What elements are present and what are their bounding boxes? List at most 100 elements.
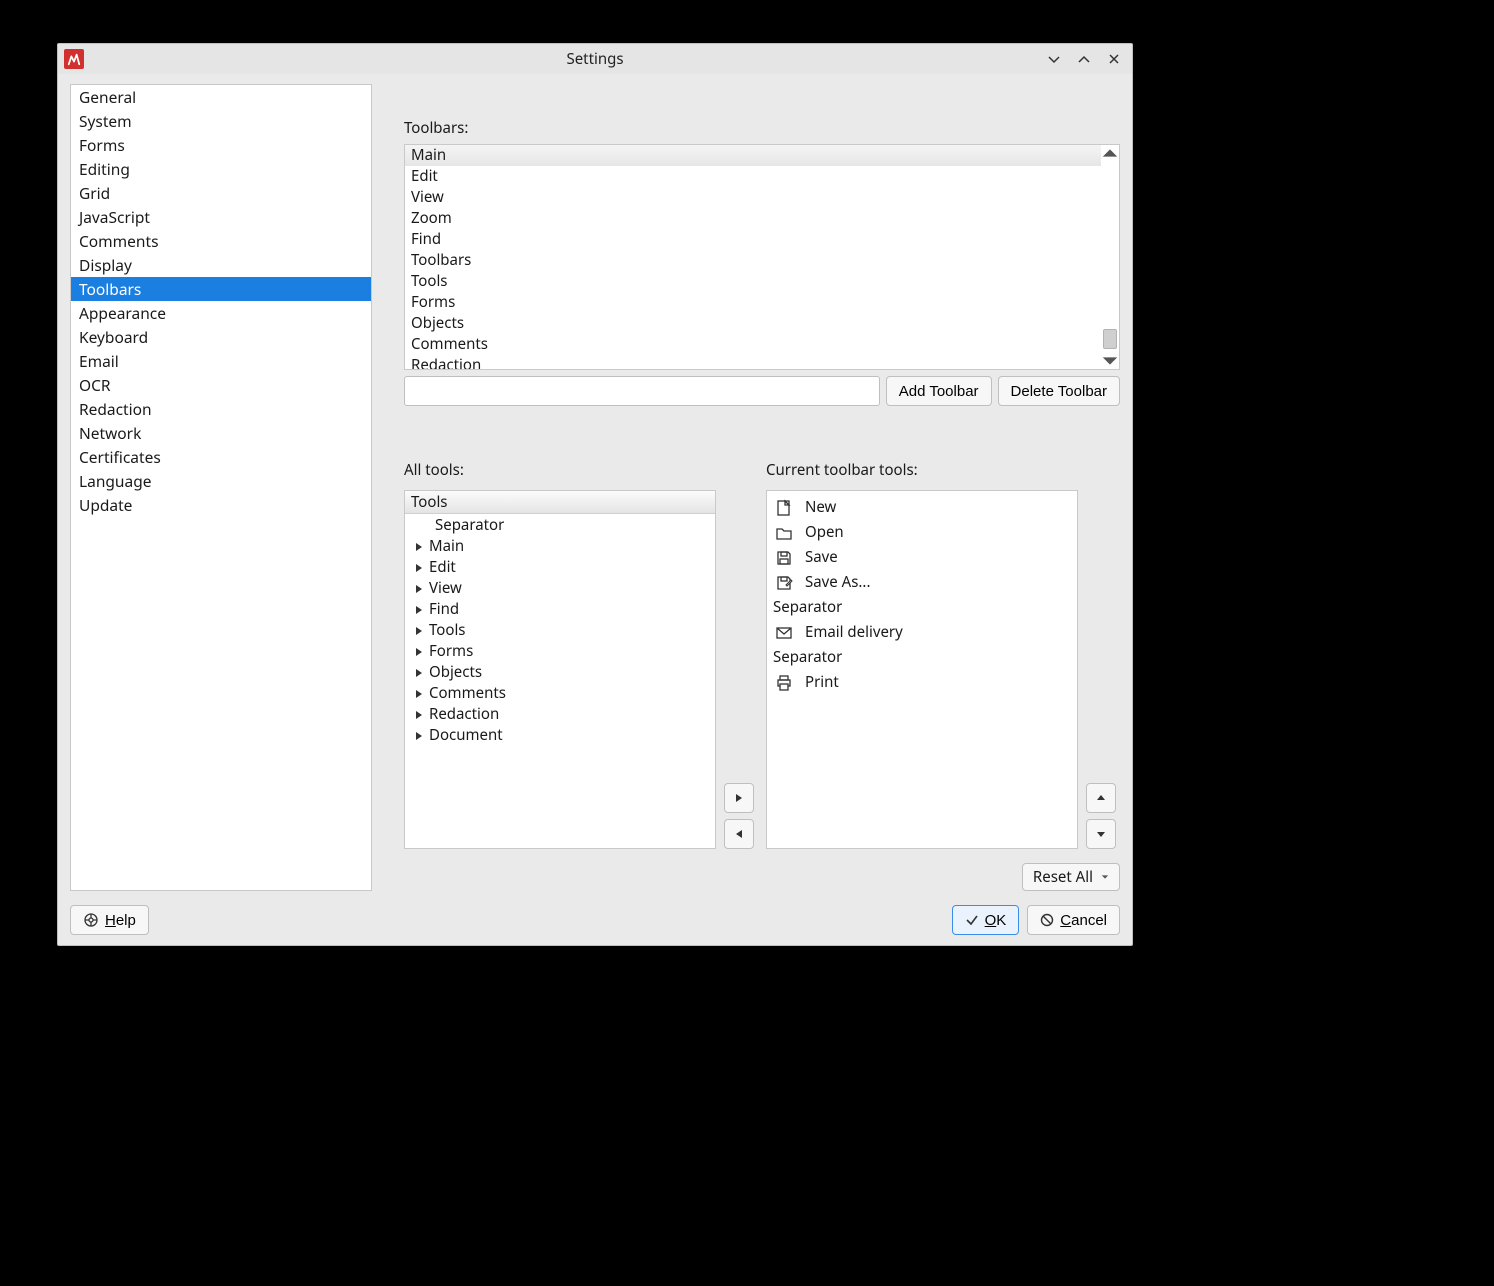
tool-item-save-as[interactable]: Save As... <box>767 570 1077 595</box>
toolbar-item-zoom[interactable]: Zoom <box>405 208 1101 229</box>
settings-window: Settings General System Forms Editing Gr… <box>57 43 1133 946</box>
expand-icon <box>415 584 423 594</box>
tool-item-new[interactable]: New <box>767 495 1077 520</box>
toolbars-scrollbar[interactable] <box>1101 145 1119 369</box>
sidebar-item-forms[interactable]: Forms <box>71 133 371 157</box>
move-up-button[interactable] <box>1086 783 1116 813</box>
tree-item-document[interactable]: Document <box>405 725 715 746</box>
tree-item-edit[interactable]: Edit <box>405 557 715 578</box>
tree-item-comments[interactable]: Comments <box>405 683 715 704</box>
remove-tool-button[interactable] <box>724 819 754 849</box>
sidebar-item-redaction[interactable]: Redaction <box>71 397 371 421</box>
sidebar-item-email[interactable]: Email <box>71 349 371 373</box>
minimize-button[interactable] <box>1040 48 1068 70</box>
expand-icon <box>415 626 423 636</box>
delete-toolbar-button[interactable]: Delete Toolbar <box>998 376 1120 406</box>
cancel-button[interactable]: Cancel <box>1027 905 1120 935</box>
tree-item-objects[interactable]: Objects <box>405 662 715 683</box>
move-down-button[interactable] <box>1086 819 1116 849</box>
add-tool-button[interactable] <box>724 783 754 813</box>
ok-label: OK <box>985 912 1007 929</box>
tool-item-email-delivery[interactable]: Email delivery <box>767 620 1077 645</box>
tree-item-separator[interactable]: Separator <box>405 515 715 536</box>
tool-item-separator[interactable]: Separator <box>767 595 1077 620</box>
save-as-icon <box>773 572 795 594</box>
toolbar-item-main[interactable]: Main <box>405 145 1101 166</box>
ok-button[interactable]: OK <box>952 905 1020 935</box>
add-toolbar-button[interactable]: Add Toolbar <box>886 376 992 406</box>
sidebar-item-toolbars[interactable]: Toolbars <box>71 277 371 301</box>
tree-item-view[interactable]: View <box>405 578 715 599</box>
tree-item-redaction[interactable]: Redaction <box>405 704 715 725</box>
print-icon <box>773 672 795 694</box>
sidebar-item-ocr[interactable]: OCR <box>71 373 371 397</box>
all-tools-list[interactable]: Tools Separator Main Edit View Find Tool… <box>404 490 716 849</box>
save-icon <box>773 547 795 569</box>
settings-category-list[interactable]: General System Forms Editing Grid JavaSc… <box>70 84 372 891</box>
toolbar-item-tools[interactable]: Tools <box>405 271 1101 292</box>
toolbar-item-find[interactable]: Find <box>405 229 1101 250</box>
sidebar-item-certificates[interactable]: Certificates <box>71 445 371 469</box>
tool-item-print[interactable]: Print <box>767 670 1077 695</box>
tree-item-find[interactable]: Find <box>405 599 715 620</box>
expand-icon <box>415 689 423 699</box>
tool-item-open[interactable]: Open <box>767 520 1077 545</box>
toolbar-item-comments[interactable]: Comments <box>405 334 1101 355</box>
app-icon <box>64 49 84 69</box>
toolbar-item-objects[interactable]: Objects <box>405 313 1101 334</box>
check-icon <box>965 913 979 927</box>
sidebar-item-editing[interactable]: Editing <box>71 157 371 181</box>
expand-icon <box>415 542 423 552</box>
sidebar-item-javascript[interactable]: JavaScript <box>71 205 371 229</box>
help-icon <box>83 912 99 928</box>
expand-icon <box>415 668 423 678</box>
expand-icon <box>415 710 423 720</box>
sidebar-item-appearance[interactable]: Appearance <box>71 301 371 325</box>
help-label: Help <box>105 912 136 929</box>
sidebar-item-grid[interactable]: Grid <box>71 181 371 205</box>
expand-icon <box>415 731 423 741</box>
close-button[interactable] <box>1100 48 1128 70</box>
sidebar-item-general[interactable]: General <box>71 85 371 109</box>
scroll-up-icon[interactable] <box>1101 145 1119 161</box>
scroll-thumb[interactable] <box>1103 329 1117 349</box>
maximize-button[interactable] <box>1070 48 1098 70</box>
cancel-label: Cancel <box>1060 912 1107 929</box>
all-tools-label: All tools: <box>404 460 716 480</box>
toolbar-name-input[interactable] <box>404 376 880 406</box>
reset-all-button[interactable]: Reset All <box>1022 863 1120 891</box>
all-tools-header: Tools <box>405 491 715 514</box>
scroll-down-icon[interactable] <box>1101 353 1119 369</box>
tree-item-forms[interactable]: Forms <box>405 641 715 662</box>
expand-icon <box>415 605 423 615</box>
tool-item-save[interactable]: Save <box>767 545 1077 570</box>
expand-icon <box>415 563 423 573</box>
toolbars-list[interactable]: Main Edit View Zoom Find Toolbars Tools … <box>404 144 1120 370</box>
sidebar-item-keyboard[interactable]: Keyboard <box>71 325 371 349</box>
current-tools-label: Current toolbar tools: <box>766 460 1078 480</box>
new-file-icon <box>773 497 795 519</box>
toolbar-item-toolbars[interactable]: Toolbars <box>405 250 1101 271</box>
toolbar-item-forms[interactable]: Forms <box>405 292 1101 313</box>
window-title: Settings <box>58 49 1132 69</box>
sidebar-item-display[interactable]: Display <box>71 253 371 277</box>
sidebar-item-language[interactable]: Language <box>71 469 371 493</box>
toolbar-item-redaction[interactable]: Redaction <box>405 355 1101 369</box>
sidebar-item-update[interactable]: Update <box>71 493 371 517</box>
folder-open-icon <box>773 522 795 544</box>
sidebar-item-comments[interactable]: Comments <box>71 229 371 253</box>
help-button[interactable]: Help <box>70 905 149 935</box>
current-tools-list[interactable]: New Open Save <box>766 490 1078 849</box>
titlebar: Settings <box>58 44 1132 74</box>
chevron-down-icon <box>1101 873 1109 881</box>
toolbar-item-view[interactable]: View <box>405 187 1101 208</box>
toolbars-label: Toolbars: <box>404 118 1120 138</box>
sidebar-item-system[interactable]: System <box>71 109 371 133</box>
sidebar-item-network[interactable]: Network <box>71 421 371 445</box>
toolbar-item-edit[interactable]: Edit <box>405 166 1101 187</box>
expand-icon <box>415 647 423 657</box>
tool-item-separator[interactable]: Separator <box>767 645 1077 670</box>
tree-item-tools[interactable]: Tools <box>405 620 715 641</box>
cancel-icon <box>1040 913 1054 927</box>
tree-item-main[interactable]: Main <box>405 536 715 557</box>
